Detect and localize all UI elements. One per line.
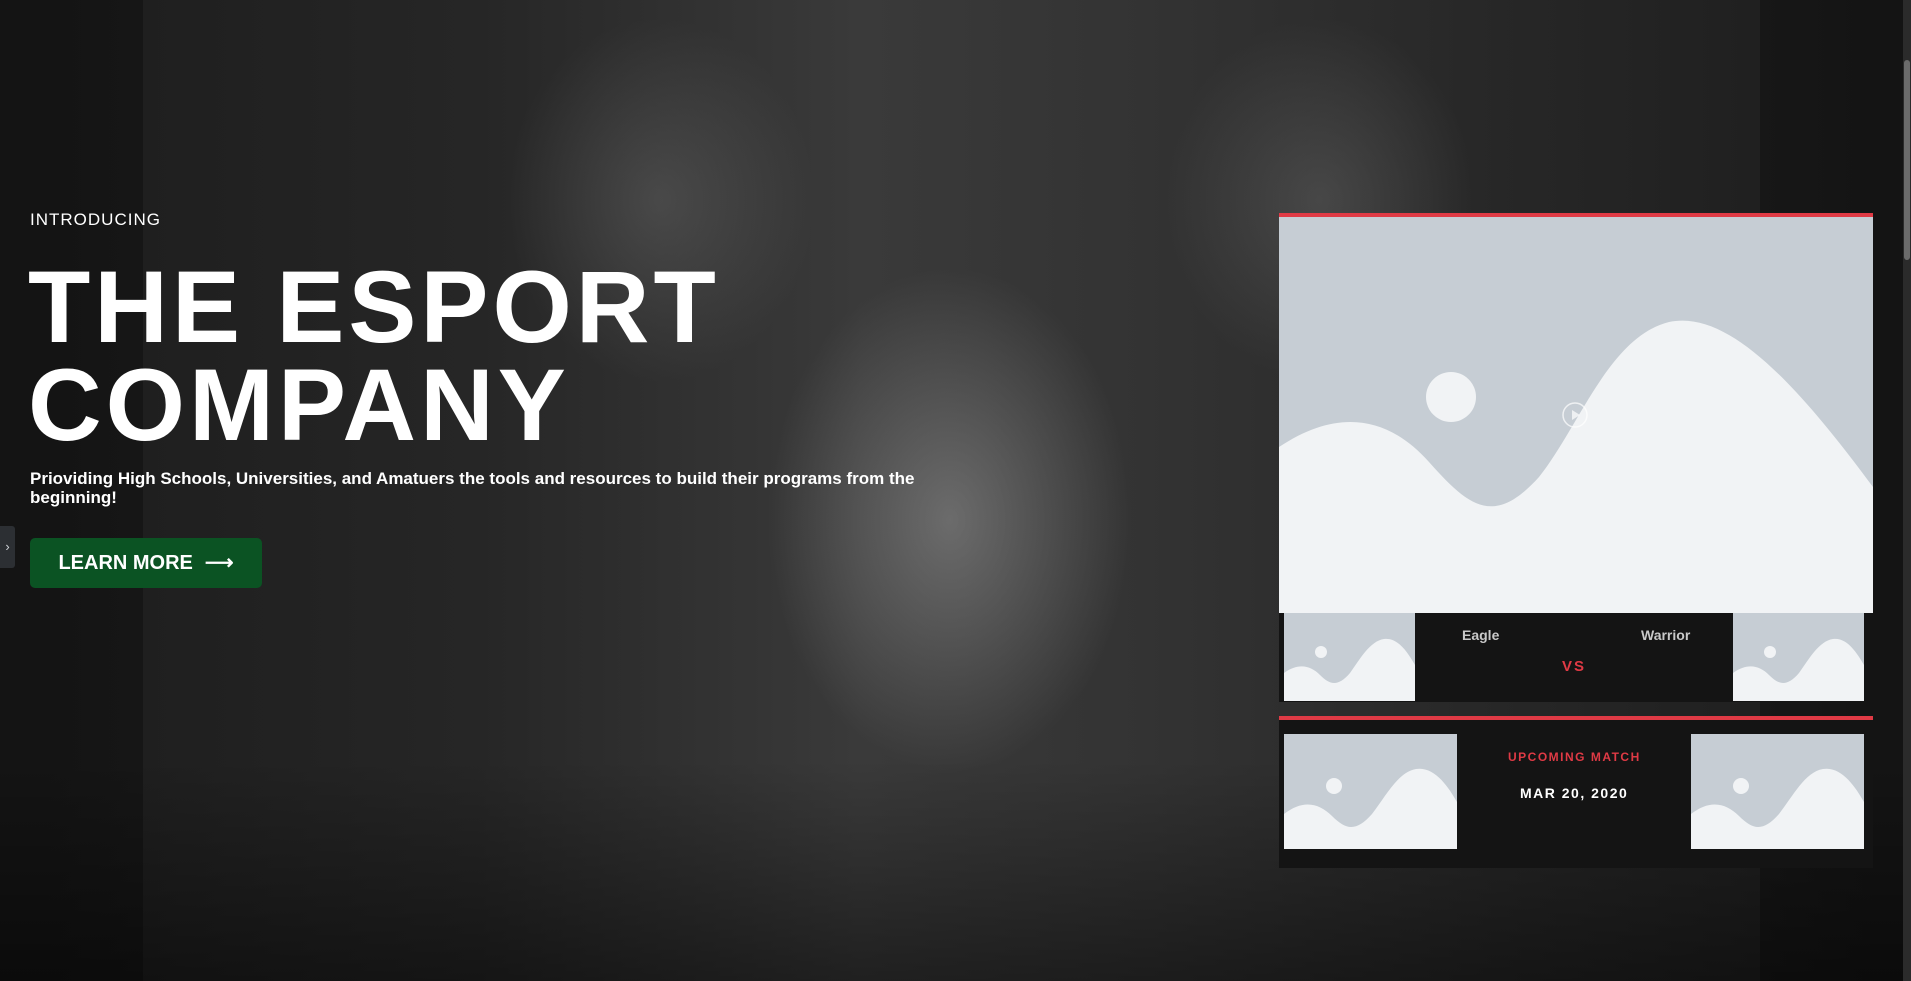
hero-title: THE ESPORT COMPANY bbox=[28, 250, 720, 462]
play-icon[interactable] bbox=[1561, 401, 1589, 429]
hero-eyebrow: INTRODUCING bbox=[30, 210, 161, 229]
team-left-logo bbox=[1284, 613, 1415, 701]
upcoming-team-right-logo bbox=[1691, 734, 1864, 849]
upcoming-match-date: MAR 20, 2020 bbox=[1520, 785, 1629, 801]
chevron-right-icon: › bbox=[5, 539, 10, 554]
sidebar-toggle-button[interactable]: › bbox=[0, 526, 15, 568]
team-right-logo bbox=[1733, 613, 1864, 701]
upcoming-match-label: UPCOMING MATCH bbox=[1508, 750, 1641, 764]
image-placeholder-icon bbox=[1284, 734, 1457, 849]
featured-match: Eagle VS Warrior bbox=[1279, 613, 1873, 702]
learn-more-button[interactable]: LEARN MORE ⟶ bbox=[30, 538, 262, 588]
image-placeholder-icon bbox=[1284, 613, 1415, 701]
scrollbar-thumb[interactable] bbox=[1904, 60, 1910, 260]
scrollbar[interactable] bbox=[1903, 0, 1911, 981]
team-right-name: Warrior bbox=[1641, 627, 1691, 643]
upcoming-team-left-logo bbox=[1284, 734, 1457, 849]
vs-label: VS bbox=[1562, 658, 1587, 675]
hero-title-line-1: THE ESPORT bbox=[28, 250, 720, 364]
learn-more-label: LEARN MORE bbox=[58, 551, 193, 574]
image-placeholder-icon bbox=[1691, 734, 1864, 849]
upcoming-match-card[interactable]: UPCOMING MATCH MAR 20, 2020 bbox=[1279, 716, 1873, 868]
hero-subtitle: Prioviding High Schools, Universities, a… bbox=[30, 469, 915, 507]
arrow-right-icon: ⟶ bbox=[204, 552, 234, 574]
image-placeholder-icon bbox=[1733, 613, 1864, 701]
team-left-name: Eagle bbox=[1462, 627, 1500, 643]
hero-title-line-2: COMPANY bbox=[28, 348, 570, 462]
